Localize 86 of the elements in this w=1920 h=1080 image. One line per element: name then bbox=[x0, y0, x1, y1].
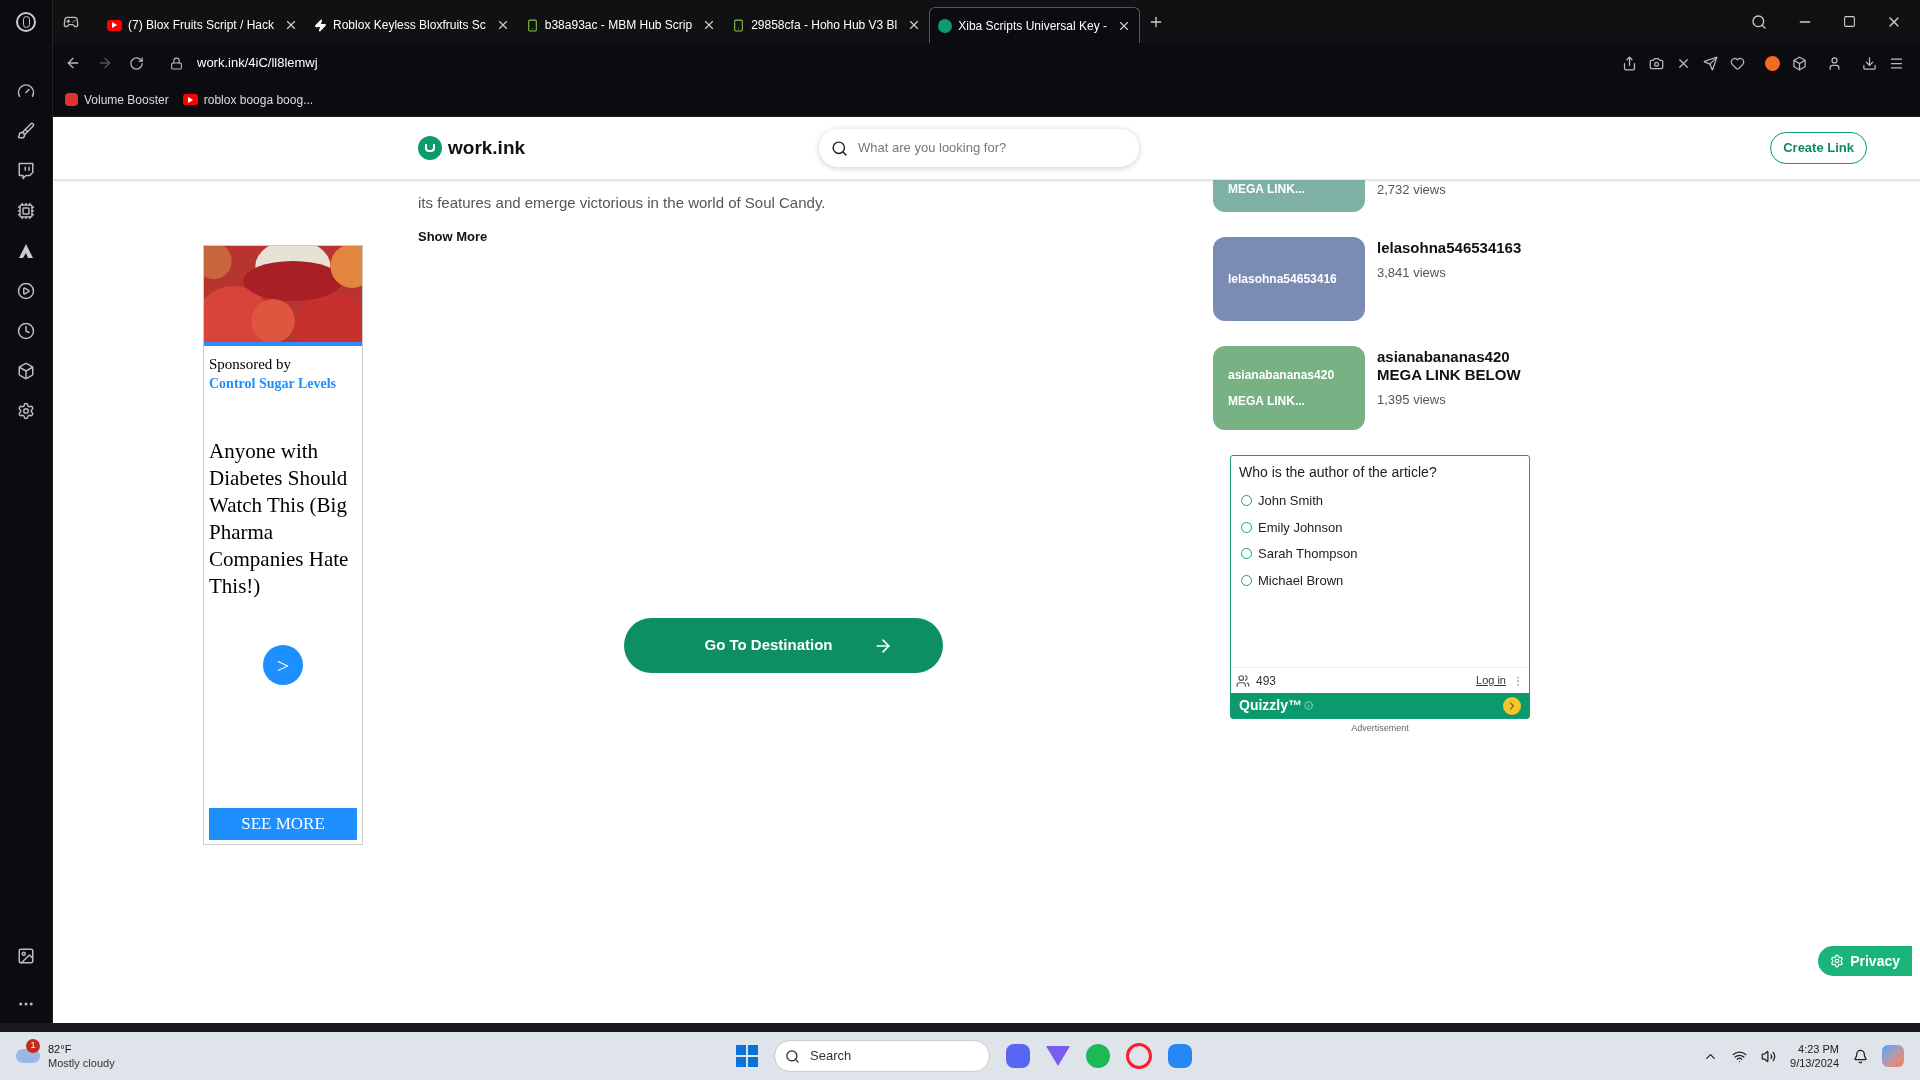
send-icon[interactable] bbox=[1703, 55, 1718, 71]
thumbnail-text: asianabananas420 bbox=[1228, 367, 1336, 384]
temperature: 82°F bbox=[48, 1042, 73, 1056]
view-count: 3,841 views bbox=[1377, 264, 1447, 282]
sponsor-text: Sponsored by Control Sugar Levels bbox=[204, 346, 362, 394]
settings-icon bbox=[1830, 954, 1845, 968]
browser-tab[interactable]: (7) Blox Fruits Script / Hack bbox=[99, 7, 307, 43]
cloud-icon[interactable] bbox=[16, 1049, 40, 1063]
view-count: 1,395 views bbox=[1377, 391, 1447, 409]
taskbar-search[interactable]: Search bbox=[774, 1040, 990, 1072]
wifi-icon[interactable] bbox=[1732, 1048, 1748, 1064]
phone-icon bbox=[525, 18, 539, 32]
heart-icon[interactable] bbox=[1730, 55, 1745, 71]
search-field[interactable]: What are you looking for? bbox=[819, 129, 1140, 167]
destination-button[interactable]: Go To Destination bbox=[624, 618, 943, 673]
link-title[interactable]: lelasohna546534163 bbox=[1377, 239, 1522, 257]
bell-icon[interactable] bbox=[1853, 1048, 1868, 1064]
video-icon bbox=[107, 19, 122, 31]
quiz-question: Who is the author of the article? bbox=[1238, 463, 1438, 482]
advertisement-label: Advertisement bbox=[1350, 722, 1410, 735]
app-icon[interactable] bbox=[1168, 1044, 1192, 1068]
participant-count: 493 bbox=[1256, 672, 1277, 690]
quiz-brand[interactable]: Quizzly™ bbox=[1239, 695, 1302, 716]
download-icon[interactable] bbox=[1862, 55, 1877, 71]
video-icon bbox=[182, 94, 198, 105]
article-text: its features and emerge victorious in the world of Soul Candy. bbox=[418, 193, 827, 213]
clock-date: 9/13/2024 bbox=[1790, 1056, 1839, 1070]
start-icon[interactable] bbox=[736, 1045, 758, 1067]
browser-logo-icon[interactable] bbox=[16, 12, 36, 32]
reload-icon[interactable] bbox=[129, 55, 144, 71]
bookmark[interactable]: Volume Booster bbox=[65, 90, 169, 109]
share-icon[interactable] bbox=[1622, 55, 1637, 71]
view-count: 2,732 views bbox=[1377, 181, 1446, 199]
browser-tab[interactable]: 29858cfa - Hoho Hub V3 Bl bbox=[724, 7, 930, 43]
notification-badge: 1 bbox=[26, 1039, 40, 1053]
link-title[interactable]: MEGA LINK BELOW bbox=[1377, 366, 1521, 384]
maximize-icon[interactable] bbox=[1843, 15, 1856, 28]
play-icon[interactable] bbox=[17, 282, 35, 300]
cube-icon[interactable] bbox=[1792, 55, 1807, 71]
search-icon[interactable] bbox=[1751, 13, 1767, 30]
weather-text: Mostly cloudy bbox=[48, 1056, 115, 1070]
thumbnail-text: MEGA LINK... bbox=[1228, 393, 1306, 410]
quiz-option[interactable]: John Smith bbox=[1241, 491, 1519, 511]
search-icon bbox=[785, 1048, 800, 1064]
peak-icon[interactable] bbox=[17, 242, 35, 260]
lock-icon bbox=[170, 56, 183, 70]
info-icon bbox=[1304, 701, 1313, 710]
extension-icon[interactable] bbox=[1765, 55, 1780, 71]
browser-tab[interactable]: Xiba Scripts Universal Key - bbox=[929, 7, 1140, 43]
quiz-option[interactable]: Michael Brown bbox=[1241, 570, 1519, 590]
show-more-link[interactable]: Show More bbox=[418, 226, 488, 246]
bolt-icon bbox=[314, 18, 328, 32]
address-field[interactable]: work.ink/4iC/ll8lemwj bbox=[197, 53, 318, 73]
volume-icon[interactable] bbox=[1761, 1048, 1777, 1064]
search-icon bbox=[831, 139, 849, 157]
people-icon bbox=[1236, 673, 1250, 688]
browser-tab[interactable]: b38a93ac - MBM Hub Scrip bbox=[517, 7, 725, 43]
phone-icon bbox=[732, 18, 746, 32]
logo-icon bbox=[418, 136, 442, 160]
thumbnail-text: lelasohna54653416 bbox=[1228, 271, 1338, 288]
gallery-icon[interactable] bbox=[17, 947, 35, 965]
next-button[interactable] bbox=[1503, 696, 1521, 715]
forward-icon[interactable] bbox=[97, 55, 113, 71]
quiz-option[interactable]: Sarah Thompson bbox=[1241, 544, 1519, 564]
clock-icon[interactable] bbox=[17, 322, 35, 340]
browser-tab[interactable]: Roblox Keyless Bloxfruits Sc bbox=[306, 7, 518, 43]
login-link[interactable]: Log in bbox=[1476, 672, 1506, 689]
brush-icon[interactable] bbox=[17, 122, 35, 140]
quiz-option[interactable]: Emily Johnson bbox=[1241, 517, 1519, 537]
logo-icon bbox=[938, 18, 953, 33]
back-icon[interactable] bbox=[65, 55, 81, 71]
profile-icon[interactable] bbox=[1827, 55, 1842, 71]
twitch-icon[interactable] bbox=[17, 162, 35, 180]
camera-icon[interactable] bbox=[1649, 55, 1664, 71]
menu-icon[interactable] bbox=[1889, 55, 1904, 71]
gauge-icon[interactable] bbox=[17, 82, 35, 100]
site-logo[interactable]: work.ink bbox=[448, 133, 526, 163]
link-title[interactable]: asianabananas420 bbox=[1377, 348, 1521, 366]
thumbnail-text: MEGA LINK... bbox=[1228, 181, 1306, 198]
bookmark[interactable]: roblox booga boog... bbox=[182, 90, 314, 109]
settings-icon[interactable] bbox=[17, 402, 35, 420]
cube-icon[interactable] bbox=[17, 362, 35, 380]
ad-headline[interactable]: Anyone with Diabetes Should Watch This (Big Pharma Companies Hate This!) bbox=[204, 438, 362, 600]
search-input[interactable]: What are you looking for? bbox=[858, 138, 1128, 158]
chip-icon[interactable] bbox=[17, 202, 35, 220]
clock-time: 4:23 PM bbox=[1798, 1042, 1839, 1056]
